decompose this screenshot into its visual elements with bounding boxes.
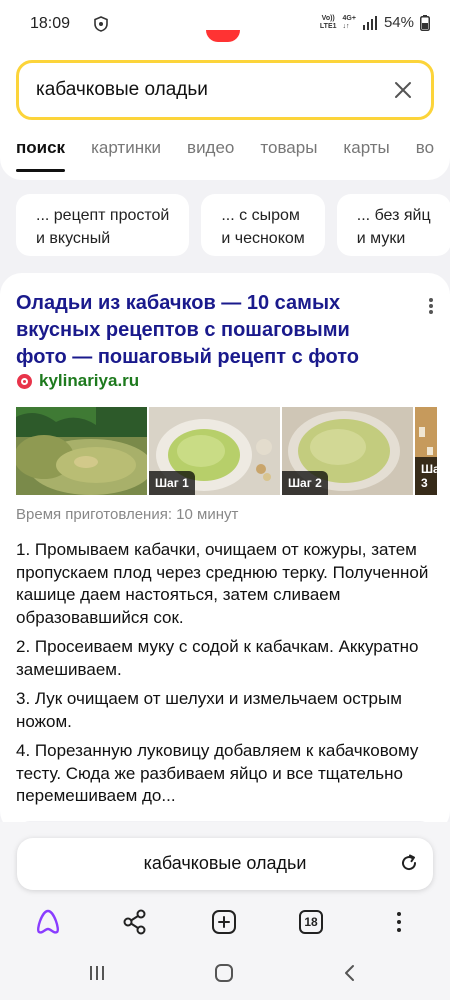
result-title-link[interactable]: Оладьи из кабачков — 10 самых вкусных ре… xyxy=(16,290,396,371)
network-type: 4G+ ↓↑ xyxy=(342,14,356,30)
new-tab-icon[interactable] xyxy=(210,908,238,936)
address-bar[interactable]: кабачковые оладьи xyxy=(17,838,433,890)
tabs-count-button[interactable]: 18 xyxy=(299,910,323,934)
tab-search[interactable]: поиск xyxy=(16,138,66,172)
signal-icon xyxy=(362,15,377,30)
source-domain[interactable]: kylinariya.ru xyxy=(39,371,139,391)
cook-time: Время приготовления: 10 минут xyxy=(16,506,239,523)
search-result-card: Оладьи из кабачков — 10 самых вкусных ре… xyxy=(0,273,450,841)
recipe-steps: 1. Промываем кабачки, очищаем от кожуры,… xyxy=(16,539,436,815)
gallery-image[interactable] xyxy=(16,407,147,495)
step-badge: Шаг 1 xyxy=(149,471,195,495)
result-source[interactable]: kylinariya.ru xyxy=(16,371,139,391)
site-favicon-icon xyxy=(17,373,32,389)
close-icon[interactable] xyxy=(393,80,413,100)
volte-indicator: Vo)) LTE1 xyxy=(319,14,337,30)
tab-video[interactable]: видео xyxy=(187,138,234,158)
more-options-icon[interactable] xyxy=(428,297,434,315)
status-time: 18:09 xyxy=(30,15,71,32)
gallery-image[interactable]: Шаг 2 xyxy=(282,407,413,495)
tab-more[interactable]: во xyxy=(416,138,434,158)
tab-images[interactable]: картинки xyxy=(91,138,161,158)
tab-products[interactable]: товары xyxy=(260,138,317,158)
gallery-image[interactable]: Шаг 1 xyxy=(149,407,280,495)
search-query[interactable]: кабачковые оладьи xyxy=(36,79,208,101)
browser-bottom-bar: кабачковые оладьи 18 xyxy=(0,822,450,947)
suggestion-chip[interactable]: ... без яйц и муки xyxy=(336,194,450,256)
fritters-photo xyxy=(16,407,147,495)
recipe-step: 4. Порезанную луковицу добавляем к кабач… xyxy=(16,741,419,805)
system-nav-bar xyxy=(0,947,450,1000)
tab-maps[interactable]: карты xyxy=(343,138,389,158)
shield-icon xyxy=(94,16,108,32)
step-badge: Шаг 3 xyxy=(415,457,437,495)
recipe-step: 1. Промываем кабачки, очищаем от кожуры,… xyxy=(16,540,429,627)
reload-icon[interactable] xyxy=(399,853,419,873)
recipe-step: 3. Лук очищаем от шелухи и измельчаем ос… xyxy=(16,689,402,731)
search-tabs: поиск картинки видео товары карты во xyxy=(16,138,434,172)
step-badge: Шаг 2 xyxy=(282,471,328,495)
address-query[interactable]: кабачковые оладьи xyxy=(17,853,433,874)
battery-icon xyxy=(420,14,430,31)
battery-percent: 54% xyxy=(383,14,414,31)
recent-apps-icon[interactable] xyxy=(88,964,106,982)
image-gallery[interactable]: Шаг 1 Шаг 2 Шаг 3 xyxy=(16,407,437,495)
browser-toolbar: 18 xyxy=(0,904,450,944)
home-icon[interactable] xyxy=(214,964,234,982)
alice-assistant-icon[interactable] xyxy=(34,908,62,936)
search-input[interactable]: кабачковые оладьи xyxy=(16,60,434,120)
menu-icon[interactable] xyxy=(385,908,413,936)
search-header: кабачковые оладьи поиск картинки видео т… xyxy=(0,48,450,180)
suggestion-chip[interactable]: ... с сыром и чесноком xyxy=(201,194,325,256)
suggestion-chips: ... рецепт простой и вкусный ... с сыром и… xyxy=(16,194,450,256)
status-indicators: Vo)) LTE1 4G+ ↓↑ 54% xyxy=(320,14,430,31)
suggestion-chip[interactable]: ... рецепт простой и вкусный xyxy=(16,194,190,256)
gallery-image[interactable]: Шаг 3 xyxy=(415,407,437,495)
share-icon[interactable] xyxy=(121,908,149,936)
recipe-step: 2. Просеиваем муку с содой к кабачкам. А… xyxy=(16,637,419,679)
back-icon[interactable] xyxy=(342,964,356,982)
